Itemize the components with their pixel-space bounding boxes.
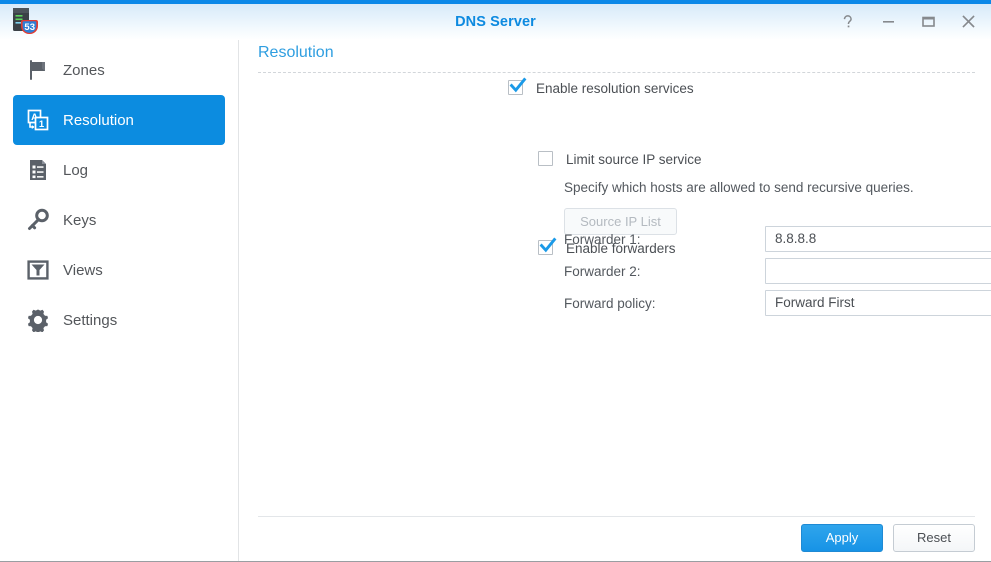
forward-policy-value: Forward First xyxy=(775,295,855,310)
forward-policy-row: Forward policy: Forward First xyxy=(564,290,991,316)
forwarder-1-row: Forwarder 1: 8.8.8.8 xyxy=(564,226,991,252)
sidebar-item-settings[interactable]: Settings xyxy=(13,295,225,345)
forwarder-2-input[interactable] xyxy=(765,258,991,284)
close-button[interactable] xyxy=(957,10,979,32)
sidebar: Zones A 1 Resolution Log Keys Views Sett… xyxy=(0,40,239,562)
sidebar-item-label: Keys xyxy=(63,211,97,229)
forward-policy-label: Forward policy: xyxy=(564,295,656,311)
sidebar-item-resolution[interactable]: A 1 Resolution xyxy=(13,95,225,145)
sidebar-item-label: Resolution xyxy=(63,111,134,129)
help-button[interactable] xyxy=(837,10,859,32)
key-icon xyxy=(25,207,51,233)
limit-source-ip-service-checkbox[interactable]: Limit source IP service xyxy=(538,151,702,168)
forwarder-1-input[interactable]: 8.8.8.8 xyxy=(765,226,991,252)
sidebar-item-log[interactable]: Log xyxy=(13,145,225,195)
footer-buttons: Apply Reset xyxy=(801,524,975,552)
resolution-icon: A 1 xyxy=(25,107,51,133)
log-icon xyxy=(25,157,51,183)
sidebar-item-label: Views xyxy=(63,261,103,279)
checkbox-checked-icon xyxy=(538,237,557,257)
title-bar: 53 DNS Server xyxy=(0,0,991,40)
maximize-button[interactable] xyxy=(917,10,939,32)
forward-policy-select[interactable]: Forward First xyxy=(765,290,991,316)
sidebar-item-label: Zones xyxy=(63,61,105,79)
apply-button[interactable]: Apply xyxy=(801,524,883,552)
forwarder-2-label: Forwarder 2: xyxy=(564,263,641,279)
checkbox-unchecked-icon xyxy=(538,151,555,168)
title-separator xyxy=(258,72,975,74)
forwarder-2-row: Forwarder 2: xyxy=(564,258,991,284)
main-content: Resolution Enable resolution services Li… xyxy=(240,40,991,562)
sidebar-item-label: Log xyxy=(63,161,89,179)
recursive-queries-hint: Specify which hosts are allowed to send … xyxy=(564,180,914,195)
footer-separator xyxy=(258,516,975,517)
dns-server-window: 53 DNS Server Zones A 1 Resolution Log K… xyxy=(0,0,991,562)
sidebar-item-views[interactable]: Views xyxy=(13,245,225,295)
checkbox-label: Enable resolution services xyxy=(536,81,694,96)
reset-button[interactable]: Reset xyxy=(893,524,975,552)
checkbox-label: Limit source IP service xyxy=(566,152,702,167)
views-icon xyxy=(25,257,51,283)
forwarder-1-label: Forwarder 1: xyxy=(564,231,641,247)
flag-icon xyxy=(25,57,51,83)
minimize-button[interactable] xyxy=(877,10,899,32)
window-controls xyxy=(837,8,979,34)
enable-resolution-services-checkbox[interactable]: Enable resolution services xyxy=(508,77,694,97)
page-title: Resolution xyxy=(258,44,334,61)
checkbox-checked-icon xyxy=(508,77,527,97)
svg-text:1: 1 xyxy=(39,119,45,130)
sidebar-item-zones[interactable]: Zones xyxy=(13,45,225,95)
sidebar-item-keys[interactable]: Keys xyxy=(13,195,225,245)
sidebar-item-label: Settings xyxy=(63,311,118,329)
gear-icon xyxy=(25,307,51,333)
